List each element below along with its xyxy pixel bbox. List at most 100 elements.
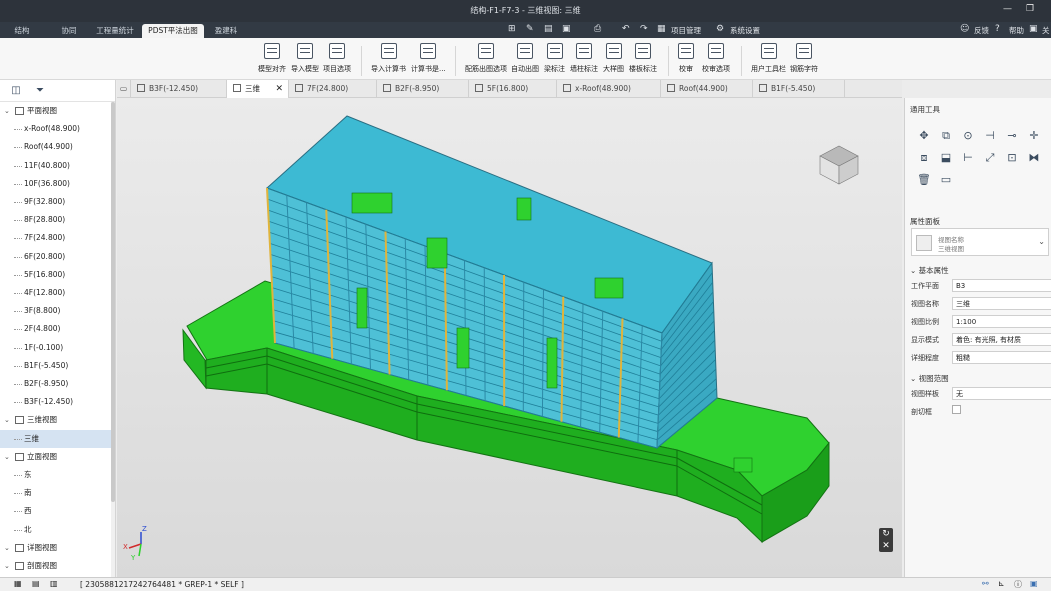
view-tab[interactable]: 5F(16.800) (469, 80, 557, 98)
calc-status-button[interactable]: 计算书是... (411, 43, 446, 74)
split-icon[interactable]: ⊸ (1005, 129, 1019, 143)
tab-pdst[interactable]: PDST平法出图 (142, 24, 204, 38)
view-range-header[interactable]: ⌄ 视图范围 (910, 373, 949, 384)
tree-item[interactable]: 6F(20.800) (0, 248, 111, 266)
panel-toggle-icon[interactable]: ◫ (8, 84, 24, 98)
expand-icon[interactable]: ⌄ (4, 411, 10, 429)
measure-icon[interactable]: ▭ (939, 173, 953, 187)
mirror-icon[interactable]: ⧓ (1027, 151, 1041, 165)
snap-icon[interactable]: ⊾ (998, 579, 1005, 588)
tree-group[interactable]: ⌄ 平面视图 (0, 102, 111, 120)
tree-item[interactable]: 4F(12.800) (0, 284, 111, 302)
wall-column-annotation-button[interactable]: 墙柱标注 (570, 43, 598, 74)
tree-item[interactable]: B3F(-12.450) (0, 393, 111, 411)
view-tab[interactable]: 7F(24.800) (289, 80, 377, 98)
rotate-tool-icon[interactable]: ⊙ (961, 129, 975, 143)
array-icon[interactable]: ⧈ (917, 151, 931, 165)
section-box-checkbox[interactable] (952, 405, 961, 414)
close-tab-icon[interactable]: ✕ (275, 80, 283, 98)
tree-item[interactable]: 西 (0, 502, 111, 520)
filter-icon[interactable]: ⏷ (32, 84, 48, 98)
project-options-button[interactable]: 项目选项 (323, 43, 351, 74)
undo-icon[interactable]: ↶ (622, 24, 630, 34)
rebar-drawing-options-button[interactable]: 配筋出图选项 (465, 43, 507, 74)
3d-viewport[interactable]: Z X Y ↻ ✕ (117, 98, 902, 577)
document-icon[interactable]: ▤ (544, 24, 553, 34)
scale-icon[interactable]: ⤢ (983, 151, 997, 165)
tree-item[interactable]: B1F(-5.450) (0, 357, 111, 375)
view-tab[interactable]: B1F(-5.450) (753, 80, 845, 98)
building-model[interactable] (117, 98, 902, 577)
status-icon-c[interactable]: ▥ (50, 579, 58, 588)
tree-item[interactable]: x-Roof(48.900) (0, 120, 111, 138)
nav-control[interactable]: ↻ ✕ (879, 528, 893, 552)
tab-structure[interactable]: 结构 (4, 24, 40, 38)
prop-view-name-field[interactable]: 三维 (952, 297, 1051, 310)
save-icon[interactable]: ▣ (562, 24, 571, 34)
prop-detail-level-field[interactable]: 粗糙 (952, 351, 1051, 364)
expand-icon[interactable]: ⌄ (4, 102, 10, 120)
view-tab[interactable]: B2F(-8.950) (377, 80, 469, 98)
tree-item[interactable]: 北 (0, 521, 111, 539)
pen-icon[interactable]: ✎ (526, 24, 534, 34)
tree-item[interactable]: 东 (0, 466, 111, 484)
review-button[interactable]: 校审 (678, 43, 694, 74)
status-icon-b[interactable]: ▤ (32, 579, 40, 588)
prop-view-template-field[interactable]: 无 (952, 387, 1051, 400)
tab-quantity[interactable]: 工程量统计 (92, 24, 138, 38)
system-settings-menu[interactable]: 系统设置 (730, 25, 760, 36)
tree-item[interactable]: 7F(24.800) (0, 229, 111, 247)
prop-display-mode-field[interactable]: 着色: 有光照, 有材质 (952, 333, 1051, 346)
tree-item[interactable]: 10F(36.800) (0, 175, 111, 193)
detail-drawing-button[interactable]: 大样图 (603, 43, 624, 74)
tree-group[interactable]: ⌄ 三维视图 (0, 411, 111, 429)
grid-icon[interactable]: ⊞ (508, 24, 516, 34)
beam-annotation-button[interactable]: 梁标注 (544, 43, 565, 74)
align-icon[interactable]: ✛ (1027, 129, 1041, 143)
tab-collaboration[interactable]: 协同 (52, 24, 86, 38)
import-model-button[interactable]: 导入模型 (291, 43, 319, 74)
tab-yjk[interactable]: 盈建科 (206, 24, 246, 38)
extend-icon[interactable]: ⊢ (961, 151, 975, 165)
basic-props-header[interactable]: ⌄ 基本属性 (910, 265, 949, 276)
settings-icon[interactable]: ▣ (1030, 579, 1038, 588)
move-icon[interactable]: ✥ (917, 129, 931, 143)
scrollbar-thumb[interactable] (111, 102, 115, 502)
rotate-icon[interactable]: ↻ (879, 528, 893, 540)
status-icon-a[interactable]: ▦ (14, 579, 22, 588)
slab-annotation-button[interactable]: 楼板标注 (629, 43, 657, 74)
link-icon[interactable]: ⚯ (982, 579, 989, 588)
offset-icon[interactable]: ⬓ (939, 151, 953, 165)
feedback-link[interactable]: 反馈 (974, 25, 989, 36)
copy-icon[interactable]: ⧉ (939, 129, 953, 143)
redo-icon[interactable]: ↷ (640, 24, 648, 34)
import-calc-button[interactable]: 导入计算书 (371, 43, 406, 74)
tree-item[interactable]: Roof(44.900) (0, 138, 111, 156)
tree-scrollbar[interactable] (111, 102, 115, 577)
view-tab[interactable]: x-Roof(48.900) (557, 80, 661, 98)
delete-icon[interactable]: 🗑 (917, 173, 931, 187)
view-tab[interactable]: Roof(44.900) (661, 80, 753, 98)
tree-group[interactable]: ⌄ 剖面视图 (0, 557, 111, 575)
tree-item[interactable]: 5F(16.800) (0, 266, 111, 284)
close-nav-icon[interactable]: ✕ (879, 540, 893, 552)
auto-drawing-button[interactable]: 自动出图 (511, 43, 539, 74)
trim-icon[interactable]: ⊣ (983, 129, 997, 143)
help-link[interactable]: 帮助 (1009, 25, 1024, 36)
project-mgmt-menu[interactable]: 项目管理 (671, 25, 701, 36)
prop-work-plane-field[interactable]: B3 (952, 279, 1051, 292)
rebar-char-button[interactable]: 钢筋字符 (790, 43, 818, 74)
close-link[interactable]: 关 (1042, 25, 1050, 36)
tree-item[interactable]: B2F(-8.950) (0, 375, 111, 393)
expand-icon[interactable]: ⌄ (4, 448, 10, 466)
tree-item[interactable]: 南 (0, 484, 111, 502)
tree-item[interactable]: 1F(-0.100) (0, 339, 111, 357)
print-icon[interactable]: ⎙ (594, 24, 601, 34)
tree-item[interactable]: 2F(4.800) (0, 320, 111, 338)
tree-item[interactable]: 11F(40.800) (0, 157, 111, 175)
restore-button[interactable]: ❐ (1026, 4, 1034, 14)
review-options-button[interactable]: 校审选项 (702, 43, 730, 74)
tab-list-icon[interactable]: ▭ (117, 80, 131, 98)
tree-item[interactable]: 9F(32.800) (0, 193, 111, 211)
model-align-button[interactable]: 模型对齐 (258, 43, 286, 74)
